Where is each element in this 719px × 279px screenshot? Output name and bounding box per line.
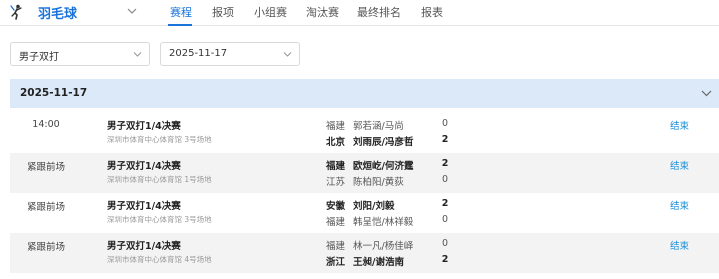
chevron-down-icon	[283, 52, 292, 57]
team-players: 韩呈恺/林祥毅	[353, 217, 414, 228]
date-select-value: 2025-11-17	[169, 48, 228, 59]
team-players: 陈柏阳/黄荻	[353, 177, 404, 188]
match-status-link[interactable]: 结束	[670, 238, 689, 252]
match-name: 男子双打1/4决赛	[107, 161, 181, 172]
team-players: 郭若涵/马尚	[353, 121, 404, 132]
team-score: 2	[441, 158, 449, 169]
match-name: 男子双打1/4决赛	[107, 241, 181, 252]
tab-final-ranking[interactable]: 最终排名	[357, 4, 401, 20]
team-province: 福建	[326, 161, 346, 172]
match-status-link[interactable]: 结束	[670, 158, 689, 172]
team-score: 2	[441, 254, 449, 265]
date-select[interactable]: 2025-11-17	[160, 42, 300, 66]
badminton-player-icon	[10, 4, 22, 20]
tab-entries[interactable]: 报项	[212, 4, 234, 20]
team-province: 江苏	[326, 177, 346, 188]
tab-reports[interactable]: 报表	[421, 4, 443, 20]
tab-schedule[interactable]: 赛程	[170, 4, 192, 20]
date-group-header[interactable]: 2025-11-17	[10, 79, 719, 108]
match-name: 男子双打1/4决赛	[107, 201, 181, 212]
sport-selector-label[interactable]: 羽毛球	[38, 3, 77, 22]
team-score: 0	[441, 118, 449, 129]
team-players: 刘阳/刘毅	[353, 201, 395, 212]
match-time: 紧跟前场	[26, 202, 65, 213]
match-time: 14:00	[32, 119, 60, 130]
match-row[interactable]: 紧跟前场 男子双打1/4决赛 深圳市体育中心体育馆 1号场地 福建 欧烜屹/何济…	[10, 153, 719, 193]
team-players: 欧烜屹/何济霆	[353, 161, 414, 172]
event-select-value: 男子双打	[19, 52, 59, 63]
tab-knockout[interactable]: 淘汰赛	[306, 4, 339, 20]
team-province: 福建	[326, 121, 346, 132]
team-score: 2	[441, 198, 449, 209]
team-score: 0	[441, 214, 449, 225]
team-province: 浙江	[326, 257, 346, 268]
match-row[interactable]: 14:00 男子双打1/4决赛 深圳市体育中心体育馆 3号场地 福建 郭若涵/马…	[10, 113, 719, 153]
team-province: 福建	[326, 217, 346, 228]
team-province: 北京	[326, 137, 346, 148]
event-select[interactable]: 男子双打	[10, 42, 150, 66]
match-venue: 深圳市体育中心体育馆 4号场地	[107, 255, 212, 264]
match-name: 男子双打1/4决赛	[107, 121, 181, 132]
team-province: 安徽	[326, 201, 346, 212]
match-status-link[interactable]: 结束	[670, 118, 689, 132]
match-row[interactable]: 紧跟前场 男子双打1/4决赛 深圳市体育中心体育馆 4号场地 福建 林一凡/杨佳…	[10, 233, 719, 273]
match-time: 紧跟前场	[26, 162, 65, 173]
tab-group-stage[interactable]: 小组赛	[254, 4, 287, 20]
team-players: 林一凡/杨佳峄	[353, 241, 414, 252]
active-tab-indicator	[168, 24, 192, 26]
match-venue: 深圳市体育中心体育馆 3号场地	[107, 215, 212, 224]
match-time: 紧跟前场	[26, 242, 65, 253]
team-province: 福建	[326, 241, 346, 252]
date-group-label: 2025-11-17	[20, 87, 88, 99]
match-venue: 深圳市体育中心体育馆 1号场地	[107, 175, 212, 184]
match-venue: 深圳市体育中心体育馆 3号场地	[107, 135, 212, 144]
match-row[interactable]: 紧跟前场 男子双打1/4决赛 深圳市体育中心体育馆 3号场地 安徽 刘阳/刘毅 …	[10, 193, 719, 233]
team-score: 0	[441, 238, 449, 249]
team-score: 2	[441, 134, 449, 145]
chevron-down-icon[interactable]	[701, 89, 712, 97]
team-players: 王昶/谢浩南	[353, 257, 404, 268]
chevron-down-icon	[133, 52, 142, 57]
match-status-link[interactable]: 结束	[670, 198, 689, 212]
top-nav-bar: 羽毛球 赛程 报项 小组赛 淘汰赛 最终排名 报表	[0, 0, 719, 26]
team-players: 刘雨辰/冯彦哲	[353, 137, 414, 148]
chevron-down-icon[interactable]	[127, 7, 137, 15]
team-score: 0	[441, 174, 449, 185]
